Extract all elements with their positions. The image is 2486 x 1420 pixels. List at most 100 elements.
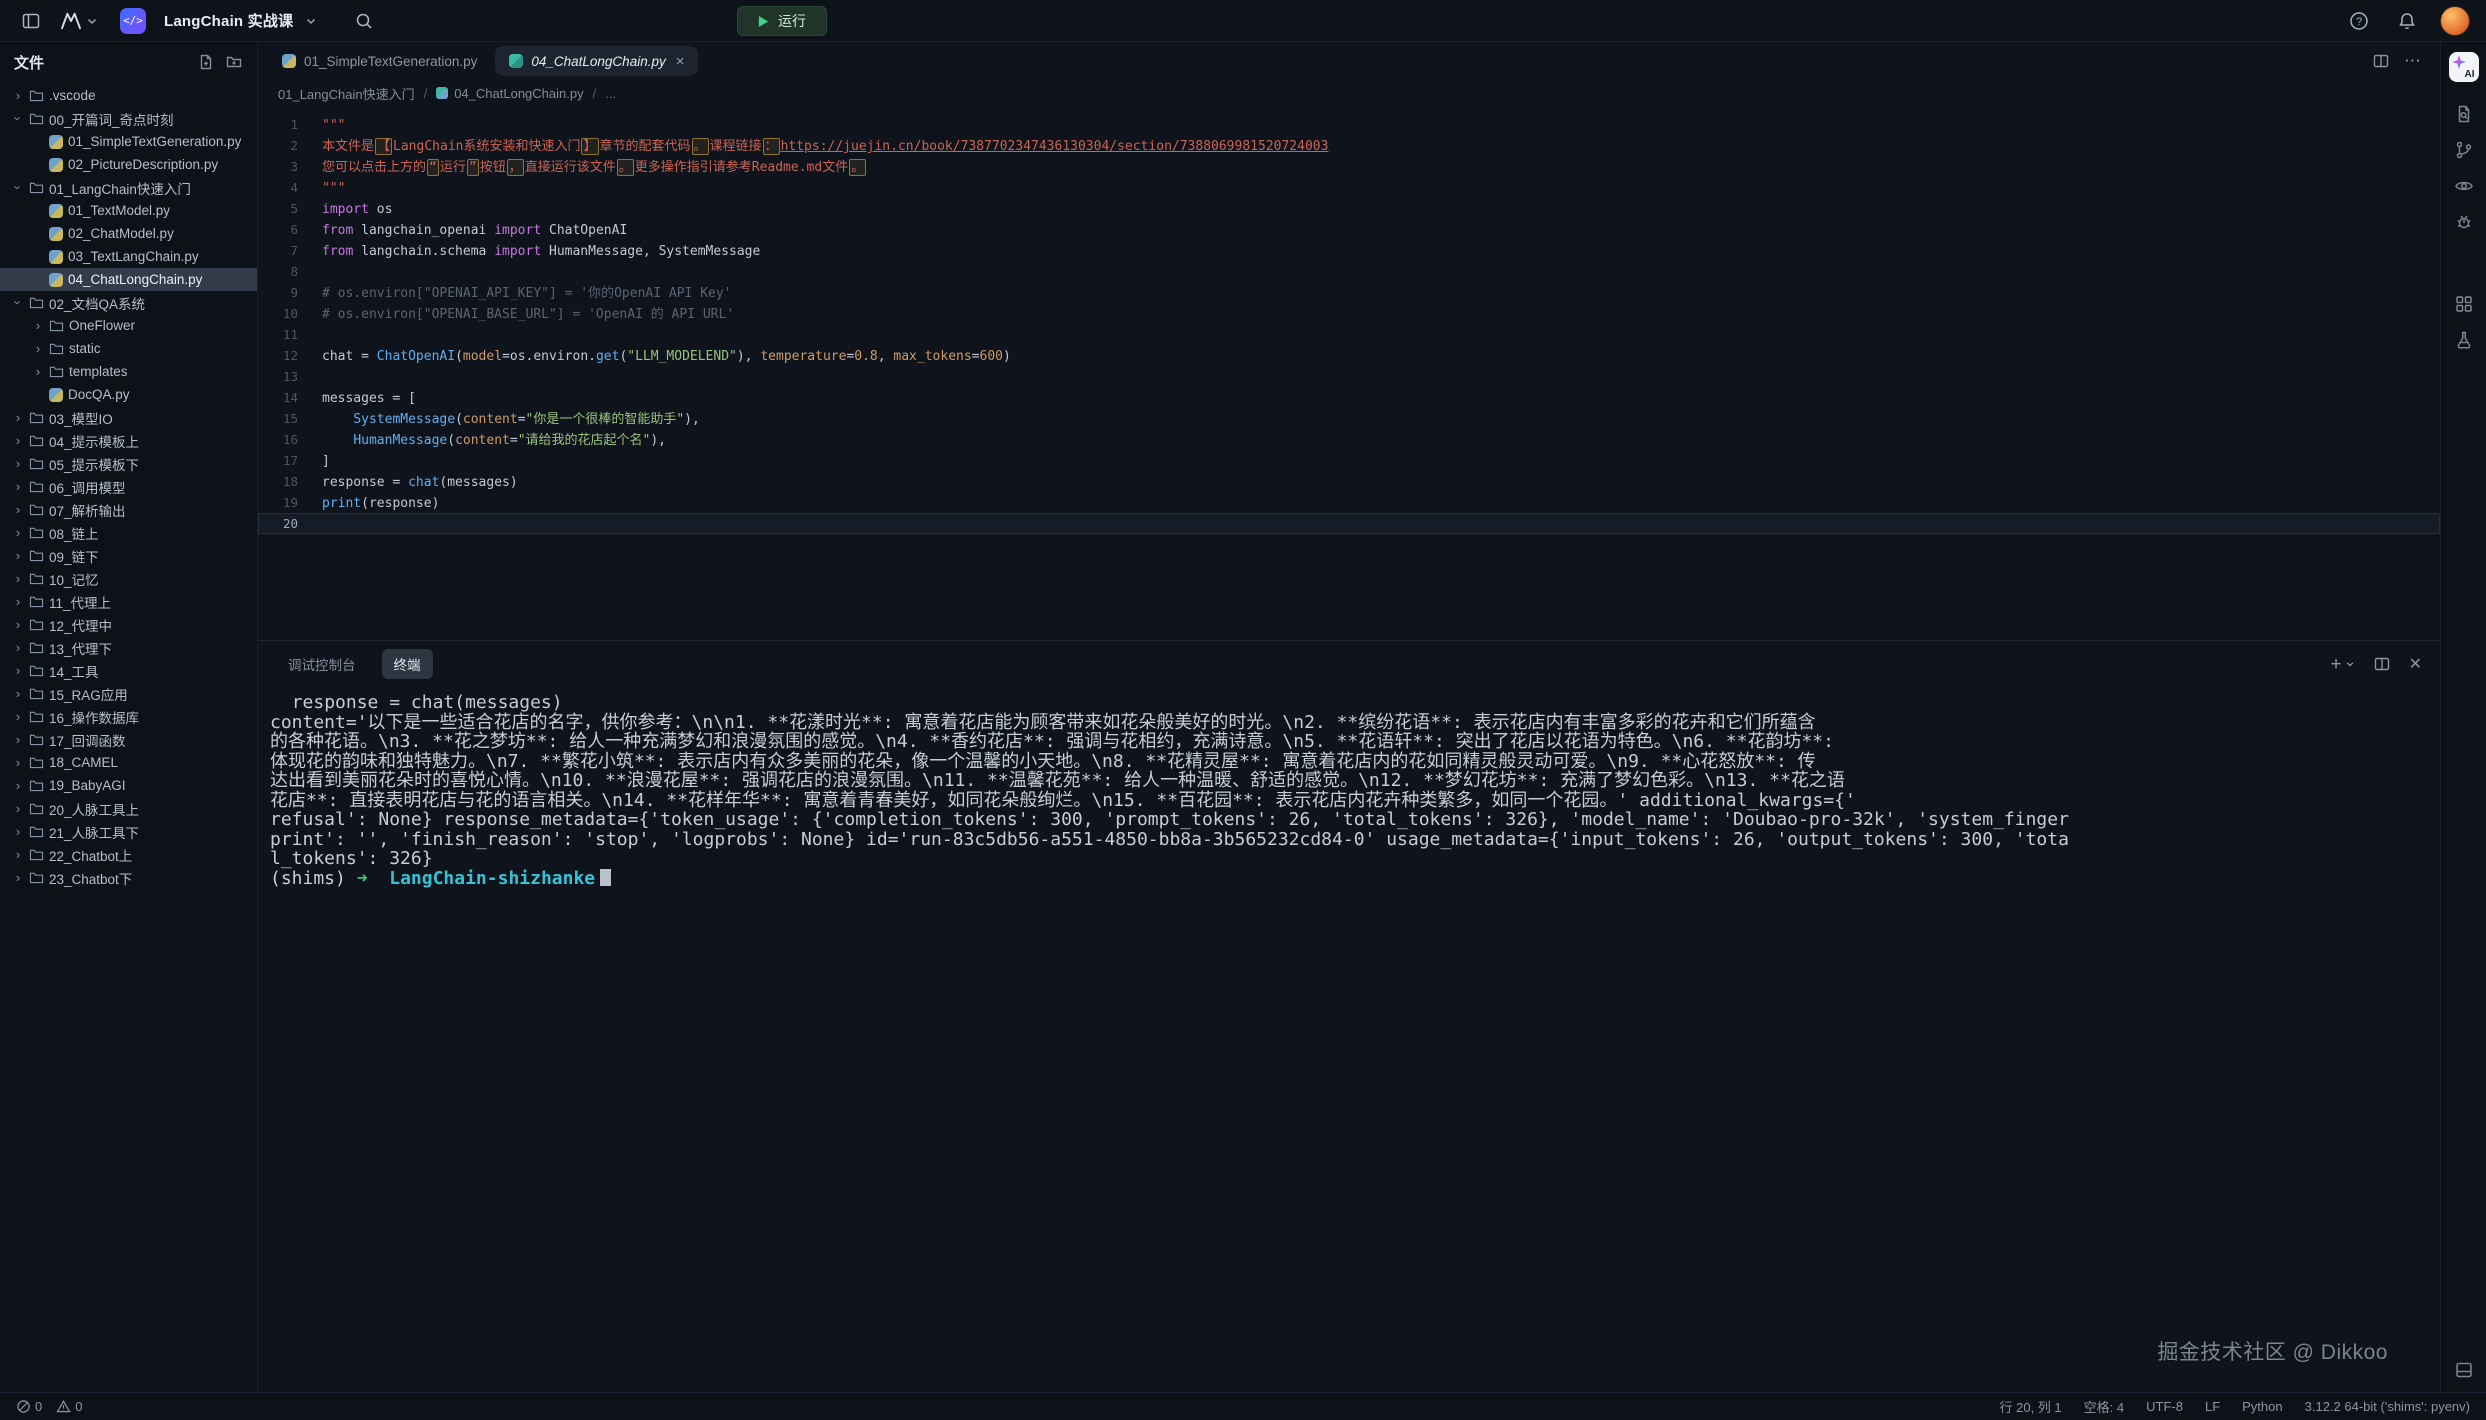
status-bar: 0 0 行 20, 列 1 空格: 4 UTF-8 LF Python 3.12.2 64… <box>0 1392 2486 1420</box>
errors-indicator[interactable]: 0 <box>16 1399 42 1414</box>
python-file-icon <box>49 273 63 287</box>
python-file-icon <box>509 54 523 68</box>
editor-tab[interactable]: 04_ChatLongChain.py × <box>495 46 698 76</box>
folder-icon <box>29 572 44 585</box>
tree-item[interactable]: › 03_TextLangChain.py <box>0 245 257 268</box>
tree-item[interactable]: › DocQA.py <box>0 383 257 406</box>
status-item[interactable]: 3.12.2 64-bit ('shims': pyenv) <box>2305 1399 2470 1414</box>
tests-flask-icon[interactable] <box>2454 330 2474 350</box>
new-folder-icon[interactable] <box>225 53 243 71</box>
ai-assistant-icon[interactable]: AI <box>2449 52 2479 82</box>
python-file-icon <box>49 227 63 241</box>
folder-icon <box>29 480 44 493</box>
tree-item[interactable]: › 18_CAMEL <box>0 751 257 774</box>
folder-icon <box>29 411 44 424</box>
tree-item[interactable]: › 04_ChatLongChain.py <box>0 268 257 291</box>
tree-item[interactable]: › 11_代理上 <box>0 590 257 613</box>
tree-item[interactable]: › 04_提示模板上 <box>0 429 257 452</box>
tree-item-label: 14_工具 <box>49 661 99 681</box>
tree-item[interactable]: › 06_调用模型 <box>0 475 257 498</box>
file-explorer: 文件 › <box>0 42 258 1392</box>
tree-item[interactable]: › 22_Chatbot上 <box>0 843 257 866</box>
tree-item[interactable]: › OneFlower <box>0 314 257 337</box>
tree-item[interactable]: › 16_操作数据库 <box>0 705 257 728</box>
tree-item[interactable]: › 01_TextModel.py <box>0 199 257 222</box>
tree-item[interactable]: › 10_记忆 <box>0 567 257 590</box>
new-file-icon[interactable] <box>197 53 215 71</box>
tree-item[interactable]: › 21_人脉工具下 <box>0 820 257 843</box>
source-control-icon[interactable] <box>2454 140 2474 160</box>
tree-item[interactable]: › templates <box>0 360 257 383</box>
close-panel-icon[interactable]: ✕ <box>2409 654 2422 674</box>
file-search-icon[interactable] <box>2454 104 2474 124</box>
split-editor-icon[interactable] <box>2372 52 2390 70</box>
terminal[interactable]: response = chat(messages)content='以下是一些适… <box>258 687 2440 1392</box>
tree-item[interactable]: › static <box>0 337 257 360</box>
chevron-icon: › <box>12 709 24 724</box>
folder-icon <box>29 181 44 194</box>
tree-item[interactable]: › 07_解析输出 <box>0 498 257 521</box>
tree-item-label: static <box>69 341 101 356</box>
panel-layout-icon[interactable] <box>2454 1360 2474 1380</box>
code-editor[interactable]: 1"""2本文件是【LangChain系统安装和快速入门】章节的配套代码。课程链… <box>258 106 2440 640</box>
panel-tab[interactable]: 终端 <box>382 649 433 679</box>
tree-item[interactable]: › 08_链上 <box>0 521 257 544</box>
tree-item[interactable]: › 02_ChatModel.py <box>0 222 257 245</box>
python-file-icon <box>49 250 63 264</box>
chevron-icon: › <box>32 318 44 333</box>
tree-item-label: 21_人脉工具下 <box>49 822 139 842</box>
more-actions-icon[interactable]: ⋯ <box>2404 51 2422 71</box>
status-item[interactable]: Python <box>2242 1399 2282 1414</box>
tree-item[interactable]: › 00_开篇词_奇点时刻 <box>0 107 257 130</box>
tree-item[interactable]: › 23_Chatbot下 <box>0 866 257 889</box>
panel-tab[interactable]: 调试控制台 <box>276 649 368 679</box>
tree-item[interactable]: › 15_RAG应用 <box>0 682 257 705</box>
breadcrumb-item[interactable]: ... <box>584 86 616 101</box>
status-item[interactable]: 空格: 4 <box>2084 1397 2124 1416</box>
watermark: 掘金技术社区 @ Dikkoo <box>2157 1336 2388 1366</box>
breadcrumb-item[interactable]: 04_ChatLongChain.py <box>415 86 584 101</box>
sidebar-toggle-icon[interactable] <box>16 6 46 36</box>
debug-icon[interactable] <box>2454 212 2474 232</box>
tree-item[interactable]: › 05_提示模板下 <box>0 452 257 475</box>
tree-item-label: templates <box>69 364 128 379</box>
tree-item[interactable]: › .vscode <box>0 84 257 107</box>
new-terminal-icon[interactable]: + <box>2330 655 2354 674</box>
tree-item[interactable]: › 02_文档QA系统 <box>0 291 257 314</box>
extensions-icon[interactable] <box>2454 294 2474 314</box>
tree-item[interactable]: › 01_LangChain快速入门 <box>0 176 257 199</box>
tree-item-label: 03_模型IO <box>49 408 113 428</box>
tree-item[interactable]: › 01_SimpleTextGeneration.py <box>0 130 257 153</box>
app-logo[interactable] <box>56 6 102 36</box>
editor-tab[interactable]: 01_SimpleTextGeneration.py × <box>268 46 491 76</box>
tree-item[interactable]: › 20_人脉工具上 <box>0 797 257 820</box>
search-icon[interactable] <box>349 6 379 36</box>
workspace-chevron-icon[interactable] <box>305 15 317 27</box>
preview-eye-icon[interactable] <box>2454 176 2474 196</box>
status-item[interactable]: LF <box>2205 1399 2220 1414</box>
tree-item[interactable]: › 19_BabyAGI <box>0 774 257 797</box>
user-avatar[interactable] <box>2440 6 2470 36</box>
status-item[interactable]: 行 20, 列 1 <box>2000 1397 2062 1416</box>
split-terminal-icon[interactable] <box>2373 655 2391 673</box>
tree-item-label: 17_回调函数 <box>49 730 126 750</box>
folder-icon <box>29 710 44 723</box>
chevron-icon: › <box>12 640 24 655</box>
panel-header: 调试控制台终端 + ✕ <box>258 641 2440 687</box>
folder-icon <box>49 365 64 378</box>
tree-item[interactable]: › 14_工具 <box>0 659 257 682</box>
tree-item-label: 16_操作数据库 <box>49 707 139 727</box>
warnings-indicator[interactable]: 0 <box>56 1399 82 1414</box>
help-icon[interactable]: ? <box>2344 6 2374 36</box>
breadcrumb-item[interactable]: 01_LangChain快速入门 <box>278 84 415 103</box>
status-item[interactable]: UTF-8 <box>2146 1399 2183 1414</box>
notifications-bell-icon[interactable] <box>2392 6 2422 36</box>
tree-item[interactable]: › 12_代理中 <box>0 613 257 636</box>
tree-item[interactable]: › 17_回调函数 <box>0 728 257 751</box>
run-button[interactable]: 运行 <box>737 6 827 36</box>
tree-item[interactable]: › 02_PictureDescription.py <box>0 153 257 176</box>
close-tab-icon[interactable]: × <box>676 53 685 70</box>
tree-item[interactable]: › 09_链下 <box>0 544 257 567</box>
tree-item[interactable]: › 03_模型IO <box>0 406 257 429</box>
tree-item[interactable]: › 13_代理下 <box>0 636 257 659</box>
